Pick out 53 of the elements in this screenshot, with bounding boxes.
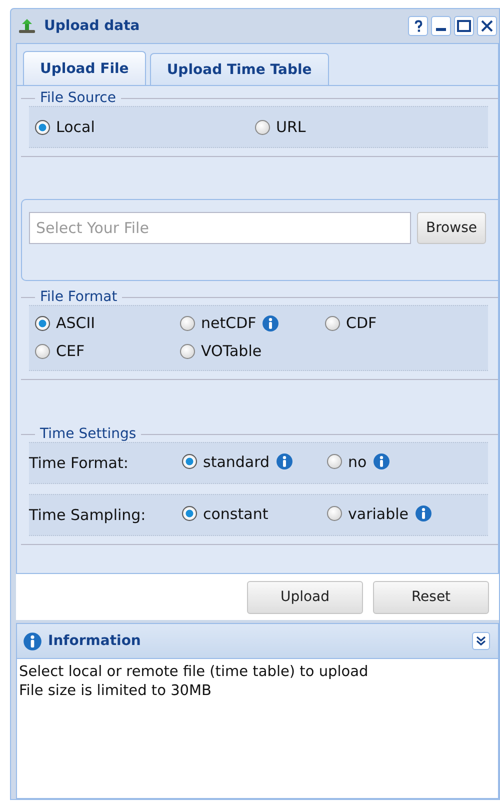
field-label: Time Sampling:	[29, 506, 147, 524]
info-icon[interactable]	[276, 453, 293, 470]
maximize-button[interactable]	[454, 16, 474, 36]
info-icon[interactable]	[262, 314, 280, 332]
option-label: URL	[276, 118, 306, 136]
fieldset-legend: Time Settings	[35, 426, 142, 442]
browse-button[interactable]: Browse	[417, 212, 486, 244]
panel-title: Information	[48, 633, 141, 649]
tab[interactable]: Upload File	[23, 51, 146, 85]
collapse-button[interactable]	[472, 632, 490, 650]
radio-button[interactable]	[182, 454, 197, 470]
option-label: standard	[203, 452, 270, 471]
option-label: CEF	[56, 342, 85, 360]
option-label: Local	[56, 118, 95, 136]
upload-icon	[18, 18, 36, 34]
option-label: constant	[203, 504, 268, 523]
radio-button[interactable]	[327, 454, 342, 470]
option-label: VOTable	[201, 342, 262, 360]
radio-button[interactable]	[180, 316, 195, 330]
option-label: netCDF	[201, 314, 256, 332]
chevron-icon	[476, 636, 486, 646]
action-button[interactable]: Upload	[247, 580, 363, 614]
radio-button[interactable]	[35, 316, 50, 330]
action-button[interactable]: Reset	[373, 580, 489, 614]
radio-button[interactable]	[35, 120, 50, 134]
fieldset-legend: File Format	[35, 289, 122, 305]
minimize-icon	[436, 28, 446, 30]
info-icon[interactable]	[372, 453, 390, 470]
info-text: Select local or remote file (time table) to upload	[19, 663, 370, 682]
radio-button[interactable]	[182, 506, 197, 522]
file-input-field[interactable]: Select Your File	[29, 212, 411, 244]
help-icon	[414, 20, 422, 32]
info-icon[interactable]	[414, 505, 432, 522]
option-label: CDF	[346, 314, 377, 332]
info-text: File size is limited to 30MB	[19, 682, 212, 701]
close-button[interactable]	[477, 16, 497, 36]
info-icon	[23, 632, 42, 650]
option-label: ASCII	[56, 314, 96, 332]
close-icon	[481, 20, 493, 32]
radio-button[interactable]	[327, 506, 342, 522]
help-button[interactable]	[408, 16, 428, 36]
radio-button[interactable]	[325, 316, 340, 330]
field-label: Time Format:	[29, 454, 130, 472]
fieldset-legend: File Source	[35, 90, 121, 106]
option-label: no	[348, 452, 367, 471]
maximize-icon	[457, 20, 471, 32]
minimize-button[interactable]	[431, 16, 451, 36]
radio-button[interactable]	[255, 120, 270, 134]
radio-button[interactable]	[35, 344, 50, 358]
window-title: Upload data	[44, 18, 140, 34]
radio-button[interactable]	[180, 344, 195, 358]
tab[interactable]: Upload Time Table	[150, 53, 329, 85]
option-label: variable	[348, 504, 409, 523]
